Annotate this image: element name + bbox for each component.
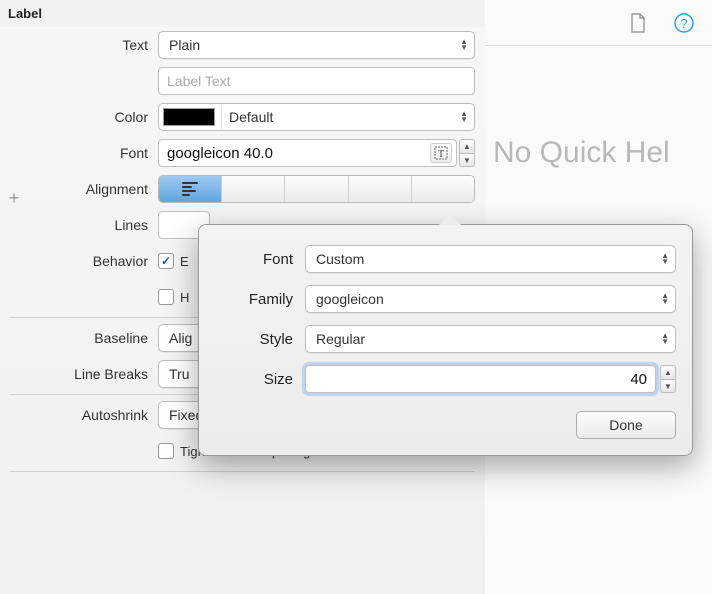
font-stepper[interactable]: ▲ ▼ xyxy=(459,139,475,167)
enabled-checkbox[interactable] xyxy=(158,253,174,269)
color-label: Color xyxy=(10,109,158,125)
stepper-up-icon[interactable]: ▲ xyxy=(459,139,475,153)
tighten-checkbox[interactable] xyxy=(158,443,174,459)
color-swatch xyxy=(163,108,215,126)
svg-text:T: T xyxy=(438,149,444,160)
highlighted-checkbox[interactable] xyxy=(158,289,174,305)
align-justify-button[interactable] xyxy=(349,176,412,202)
font-type-value: Custom xyxy=(316,251,364,267)
font-family-value: googleicon xyxy=(316,291,384,307)
updown-icon xyxy=(661,293,669,305)
text-style-popup[interactable]: Plain xyxy=(158,31,475,59)
linebreaks-label: Line Breaks xyxy=(10,366,158,382)
align-left-icon xyxy=(182,182,198,196)
document-icon[interactable] xyxy=(626,11,650,35)
updown-icon xyxy=(460,111,468,123)
color-value: Default xyxy=(229,109,273,125)
updown-icon xyxy=(661,333,669,345)
highlighted-text: H xyxy=(180,290,189,305)
add-attribute-button[interactable]: + xyxy=(4,188,24,208)
done-button[interactable]: Done xyxy=(576,411,676,439)
help-toolbar: ? xyxy=(485,0,712,46)
autoshrink-label: Autoshrink xyxy=(10,407,158,423)
alignment-segmented[interactable] xyxy=(158,175,475,203)
behavior-label: Behavior xyxy=(10,253,158,269)
enabled-text: E xyxy=(180,254,189,269)
align-right-button[interactable] xyxy=(285,176,348,202)
lines-label: Lines xyxy=(10,217,158,233)
popover-font-label: Font xyxy=(215,251,305,268)
stepper-down-icon[interactable]: ▼ xyxy=(459,153,475,167)
no-quick-help-text: No Quick Hel xyxy=(485,46,712,170)
font-label: Font xyxy=(10,145,158,161)
font-type-popup[interactable]: Custom xyxy=(305,245,676,273)
text-style-value: Plain xyxy=(169,37,200,53)
baseline-value: Alig xyxy=(169,330,192,346)
linebreaks-value: Tru xyxy=(169,366,189,382)
popover-family-label: Family xyxy=(215,291,305,308)
font-style-popup[interactable]: Regular xyxy=(305,325,676,353)
font-style-value: Regular xyxy=(316,331,365,347)
alignment-label: Alignment xyxy=(10,181,158,197)
align-left-button[interactable] xyxy=(159,176,222,202)
updown-icon xyxy=(661,253,669,265)
separator xyxy=(10,471,475,472)
baseline-label: Baseline xyxy=(10,330,158,346)
font-picker-button[interactable]: T xyxy=(430,143,452,163)
font-family-popup[interactable]: googleicon xyxy=(305,285,676,313)
font-picker-icon: T xyxy=(434,146,448,160)
font-field[interactable]: googleicon 40.0 T xyxy=(158,139,457,167)
updown-icon xyxy=(460,39,468,51)
help-icon[interactable]: ? xyxy=(672,11,696,35)
svg-text:?: ? xyxy=(680,16,687,31)
color-popup[interactable]: Default xyxy=(158,103,475,131)
font-popover: Font Custom Family googleicon Style Regu… xyxy=(198,224,693,456)
font-size-field[interactable]: 40 xyxy=(305,365,656,393)
popover-style-label: Style xyxy=(215,331,305,348)
stepper-up-icon[interactable]: ▲ xyxy=(660,365,676,379)
stepper-down-icon[interactable]: ▼ xyxy=(660,379,676,393)
size-stepper[interactable]: ▲ ▼ xyxy=(660,365,676,393)
font-value: googleicon 40.0 xyxy=(167,145,273,162)
label-text-field[interactable]: Label Text xyxy=(158,67,475,95)
section-header: Label xyxy=(0,0,485,27)
align-center-button[interactable] xyxy=(222,176,285,202)
align-natural-button[interactable] xyxy=(412,176,474,202)
popover-size-label: Size xyxy=(215,371,305,388)
text-label: Text xyxy=(10,37,158,53)
